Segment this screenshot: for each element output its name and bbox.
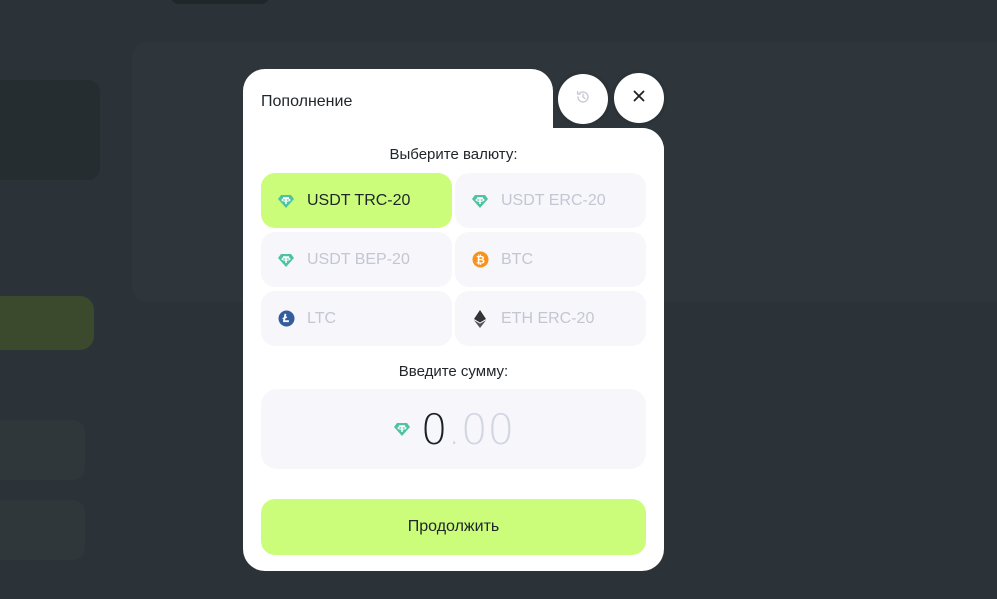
deposit-modal: Пополнение Выберите валюту: USDT TRC-20 … [243, 69, 664, 571]
currency-label: USDT BEP-20 [307, 250, 410, 268]
modal-title: Пополнение [261, 93, 353, 110]
ethereum-icon [471, 309, 489, 328]
background-header-pill [170, 0, 270, 4]
litecoin-icon [277, 310, 295, 328]
currency-label: USDT TRC-20 [307, 191, 411, 209]
continue-button[interactable]: Продолжить [261, 499, 646, 555]
currency-label: BTC [501, 250, 533, 268]
tether-icon [471, 192, 489, 210]
svg-text:₿: ₿ [476, 254, 485, 267]
tether-icon [393, 420, 411, 438]
tether-icon [277, 192, 295, 210]
currency-label: LTC [307, 309, 337, 327]
history-button[interactable] [558, 74, 608, 124]
currency-option-usdt-trc20[interactable]: USDT TRC-20 [261, 173, 452, 228]
currency-label: ETH ERC-20 [501, 309, 595, 327]
background-tile [0, 420, 85, 480]
background-card [0, 80, 100, 180]
history-icon [575, 89, 591, 110]
bitcoin-icon: ₿ [471, 251, 489, 269]
currency-option-btc[interactable]: ₿ BTC [455, 232, 646, 287]
background-tile [0, 500, 85, 560]
close-button[interactable] [614, 73, 664, 123]
currency-option-eth-erc20[interactable]: ETH ERC-20 [455, 291, 646, 346]
amount-prompt: Введите сумму: [398, 363, 509, 380]
currency-label: USDT ERC-20 [501, 191, 606, 209]
currency-option-ltc[interactable]: LTC [261, 291, 452, 346]
amount-input[interactable]: 0.00 [261, 389, 646, 469]
tether-icon [277, 251, 295, 269]
background-button [0, 296, 94, 350]
close-icon [633, 89, 645, 107]
amount-decimal-placeholder: .00 [447, 404, 515, 454]
amount-integer: 0 [420, 404, 448, 454]
currency-option-usdt-bep20[interactable]: USDT BEP-20 [261, 232, 452, 287]
currency-prompt: Выберите валюту: [389, 146, 518, 163]
currency-option-usdt-erc20[interactable]: USDT ERC-20 [455, 173, 646, 228]
